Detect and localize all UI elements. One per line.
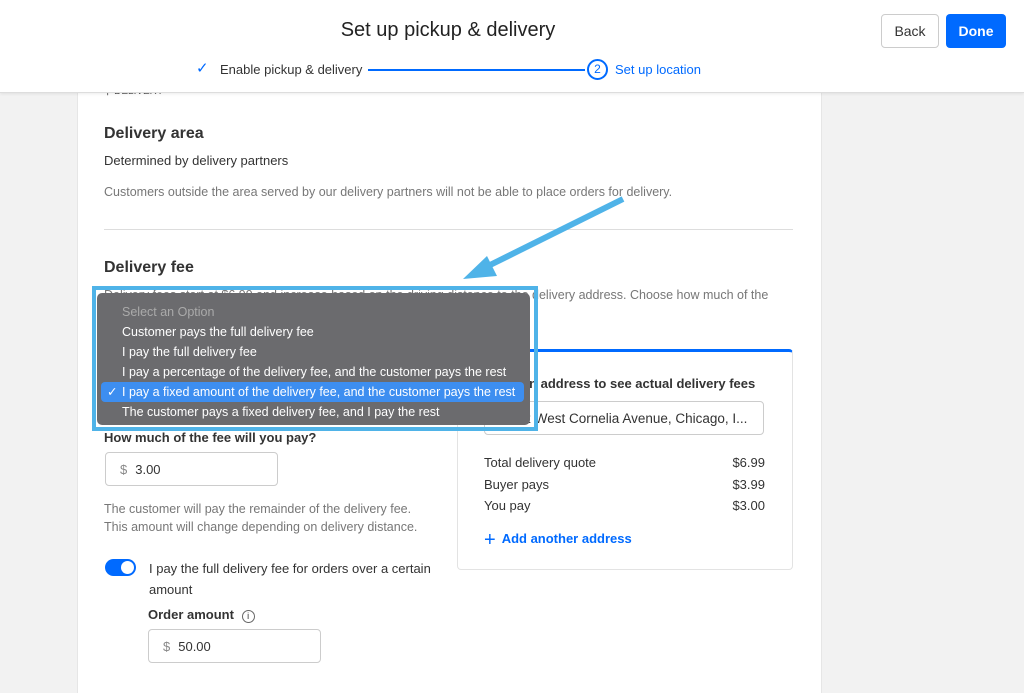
highlight-box <box>92 286 538 431</box>
add-address-link[interactable]: + Add another address <box>484 529 632 552</box>
fee-amount-input[interactable]: $3.00 <box>105 452 278 486</box>
order-amount-label: Order amount i <box>148 607 255 623</box>
step-1-label: Enable pickup & delivery <box>220 62 363 77</box>
delivery-fee-heading: Delivery fee <box>104 259 194 276</box>
delivery-area-heading: Delivery area <box>104 125 204 142</box>
plus-icon: + <box>484 529 496 551</box>
remainder-note-2: This amount will change depending on del… <box>104 520 418 534</box>
step-2-label: Set up location <box>615 62 702 77</box>
toggle-label-2: amount <box>149 582 193 597</box>
header: Set up pickup & delivery Back Done ✓ Ena… <box>0 0 1024 93</box>
delivery-area-subtitle: Determined by delivery partners <box>104 153 289 168</box>
breakdown-row: You pay $3.00 <box>484 498 765 513</box>
order-amount-input[interactable]: $50.00 <box>148 629 321 663</box>
full-fee-toggle[interactable] <box>105 559 136 576</box>
divider <box>104 229 793 230</box>
check-icon: ✓ <box>196 60 209 77</box>
back-button[interactable]: Back <box>881 14 939 48</box>
page-title: Set up pickup & delivery <box>340 19 556 41</box>
breakdown-row: Total delivery quote $6.99 <box>484 455 765 470</box>
breakdown-row: Buyer pays $3.99 <box>484 476 765 492</box>
done-button[interactable]: Done <box>946 14 1006 48</box>
amount-label: How much of the fee will you pay? <box>104 430 317 445</box>
toggle-label: I pay the full delivery fee for orders o… <box>149 561 431 576</box>
step-2-number: 2 <box>587 59 608 80</box>
fee-breakdown: Total delivery quote $6.99 Buyer pays $3.9… <box>484 452 765 517</box>
stepper-line <box>368 69 585 71</box>
info-icon[interactable]: i <box>241 610 255 623</box>
annotation-arrow-icon <box>463 196 625 279</box>
remainder-note: The customer will pay the remainder of t… <box>104 502 412 516</box>
